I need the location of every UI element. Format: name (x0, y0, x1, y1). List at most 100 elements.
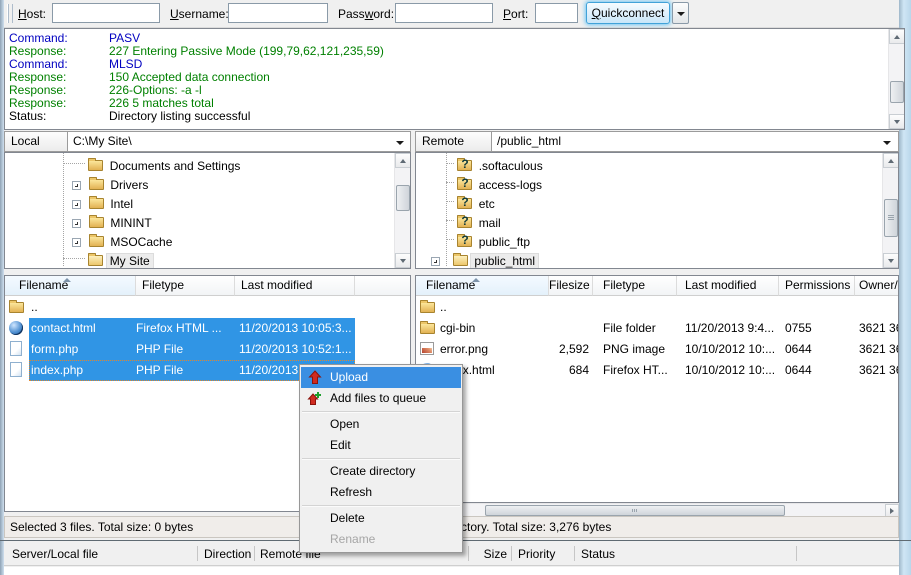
local-row-contact-html[interactable]: contact.html Firefox HTML ... 11/20/2013… (5, 318, 410, 339)
question-folder-icon: ? (457, 217, 472, 228)
column-separator (254, 546, 255, 561)
menu-item-delete[interactable]: Delete (300, 508, 462, 529)
chevron-down-icon (396, 141, 404, 145)
local-tree-item-msocache[interactable]: MSOCache (89, 233, 175, 252)
scrollbar-thumb[interactable] (890, 81, 904, 103)
menu-separator (302, 458, 460, 459)
menu-item-create-directory[interactable]: Create directory (300, 461, 462, 482)
scroll-up-button[interactable] (889, 29, 905, 44)
scroll-up-button[interactable] (883, 153, 899, 168)
queue-column-direction[interactable]: Direction (204, 547, 251, 561)
local-tree: Documents and Settings Drivers Intel MIN… (4, 152, 411, 269)
local-site-combobox[interactable]: C:\My Site\ (68, 131, 411, 152)
remote-row-updir[interactable]: .. (416, 297, 898, 318)
folder-icon (89, 236, 104, 247)
queue-column-priority[interactable]: Priority (518, 547, 555, 561)
column-separator (197, 546, 198, 561)
queue-column-server-local-file[interactable]: Server/Local file (12, 547, 98, 561)
file-icon (10, 341, 22, 356)
column-header-filename[interactable]: Filename (5, 276, 136, 296)
remote-tree-item-access-logs[interactable]: ? access-logs (446, 176, 545, 195)
remote-status-bar: d 1 directory. Total size: 3,276 bytes (415, 516, 899, 538)
local-tree-item-intel[interactable]: Intel (89, 195, 136, 214)
expand-plus-icon[interactable] (431, 257, 440, 266)
arrow-up-icon (400, 159, 406, 163)
folder-icon (88, 255, 103, 266)
remote-row-error-png[interactable]: error.png 2,592 PNG image 10/10/2012 10:… (416, 339, 898, 360)
expand-plus-icon[interactable] (72, 200, 81, 209)
menu-item-upload[interactable]: Upload (301, 367, 461, 388)
local-tree-item-documents-and-settings[interactable]: Documents and Settings (63, 157, 243, 176)
queue-column-status[interactable]: Status (581, 547, 615, 561)
remote-tree-item-public-html[interactable]: public_html (453, 252, 538, 269)
folder-icon (89, 198, 104, 209)
remote-row-index-html[interactable]: index.html 684 Firefox HT... 10/10/2012 … (416, 360, 898, 381)
menu-item-refresh[interactable]: Refresh (300, 482, 462, 503)
remote-tree-item-mail[interactable]: ? mail (446, 214, 504, 233)
remote-tree-vertical-scrollbar[interactable] (882, 153, 898, 268)
host-input[interactable] (52, 3, 160, 23)
column-header-last-modified[interactable]: Last modified (677, 276, 779, 296)
image-file-icon (420, 342, 434, 355)
expand-plus-icon[interactable] (72, 219, 81, 228)
scrollbar-thumb[interactable] (884, 199, 898, 237)
quickconnect-dropdown-button[interactable] (672, 2, 689, 24)
scroll-down-button[interactable] (889, 114, 905, 129)
column-separator (796, 546, 797, 561)
menu-item-add-files-to-queue[interactable]: Add files to queue (300, 388, 462, 409)
scroll-down-button[interactable] (883, 253, 899, 268)
local-row-updir[interactable]: .. (5, 297, 410, 318)
menu-item-edit[interactable]: Edit (300, 435, 462, 456)
column-header-filesize[interactable]: Filesize (549, 276, 593, 296)
remote-horizontal-scrollbar[interactable] (415, 503, 899, 516)
local-row-form-php[interactable]: form.php PHP File 11/20/2013 10:52:1... (5, 339, 410, 360)
expand-plus-icon[interactable] (72, 238, 81, 247)
local-tree-item-drivers[interactable]: Drivers (89, 176, 151, 195)
arrow-right-icon (890, 508, 894, 514)
scroll-up-button[interactable] (395, 153, 411, 168)
scrollbar-thumb[interactable] (396, 185, 410, 211)
folder-icon (89, 217, 104, 228)
password-input[interactable] (395, 3, 493, 23)
log-vertical-scrollbar[interactable] (888, 29, 904, 129)
local-site-label: Local site: (4, 131, 68, 152)
queue-column-size[interactable]: Size (474, 547, 507, 561)
column-header-last-modified[interactable]: Last modified (235, 276, 355, 296)
message-log-lines: Command:PASV Response:227 Entering Passi… (5, 29, 904, 123)
sort-ascending-icon (472, 278, 480, 282)
sort-ascending-icon (63, 278, 71, 282)
quickconnect-button[interactable]: Quickconnect (586, 2, 670, 24)
column-separator (468, 546, 469, 561)
menu-separator (302, 411, 460, 412)
port-input[interactable] (535, 3, 578, 23)
scrollbar-thumb[interactable] (485, 505, 785, 516)
local-tree-item-minint[interactable]: MININT (89, 214, 155, 233)
thumb-grip (632, 509, 637, 512)
local-tree-vertical-scrollbar[interactable] (394, 153, 410, 268)
expand-plus-icon[interactable] (72, 181, 81, 190)
tree-line (63, 258, 85, 259)
username-input[interactable] (228, 3, 328, 23)
column-header-permissions[interactable]: Permissions (779, 276, 855, 296)
column-header-filetype[interactable]: Filetype (136, 276, 235, 296)
remote-tree-item-etc[interactable]: ? etc (446, 195, 498, 214)
question-folder-icon: ? (457, 179, 472, 190)
open-folder-icon (453, 255, 468, 266)
local-tree-item-my-site[interactable]: My Site (63, 252, 153, 269)
selection-highlight: contact.html Firefox HTML ... 11/20/2013… (29, 318, 355, 339)
chevron-down-icon (883, 141, 891, 145)
remote-tree-item-softaculous[interactable]: ? .softaculous (446, 157, 546, 176)
column-header-filename[interactable]: Filename (416, 276, 549, 296)
remote-row-cgi-bin[interactable]: cgi-bin File folder 11/20/2013 9:4... 07… (416, 318, 898, 339)
remote-tree-item-public-ftp[interactable]: ? public_ftp (446, 233, 533, 252)
column-header-filetype[interactable]: Filetype (593, 276, 677, 296)
column-header-owner[interactable]: Owner/ (855, 276, 899, 296)
scroll-down-button[interactable] (395, 253, 411, 268)
arrow-up-icon (894, 35, 900, 39)
remote-site-combobox[interactable]: /public_html (492, 131, 899, 152)
toolbar-grip[interactable] (7, 4, 13, 23)
menu-item-open[interactable]: Open (300, 414, 462, 435)
chevron-down-icon (677, 12, 685, 16)
username-label: Username: (170, 7, 229, 21)
filezilla-window: Host: Username: Password: Port: Quickcon… (0, 0, 911, 575)
